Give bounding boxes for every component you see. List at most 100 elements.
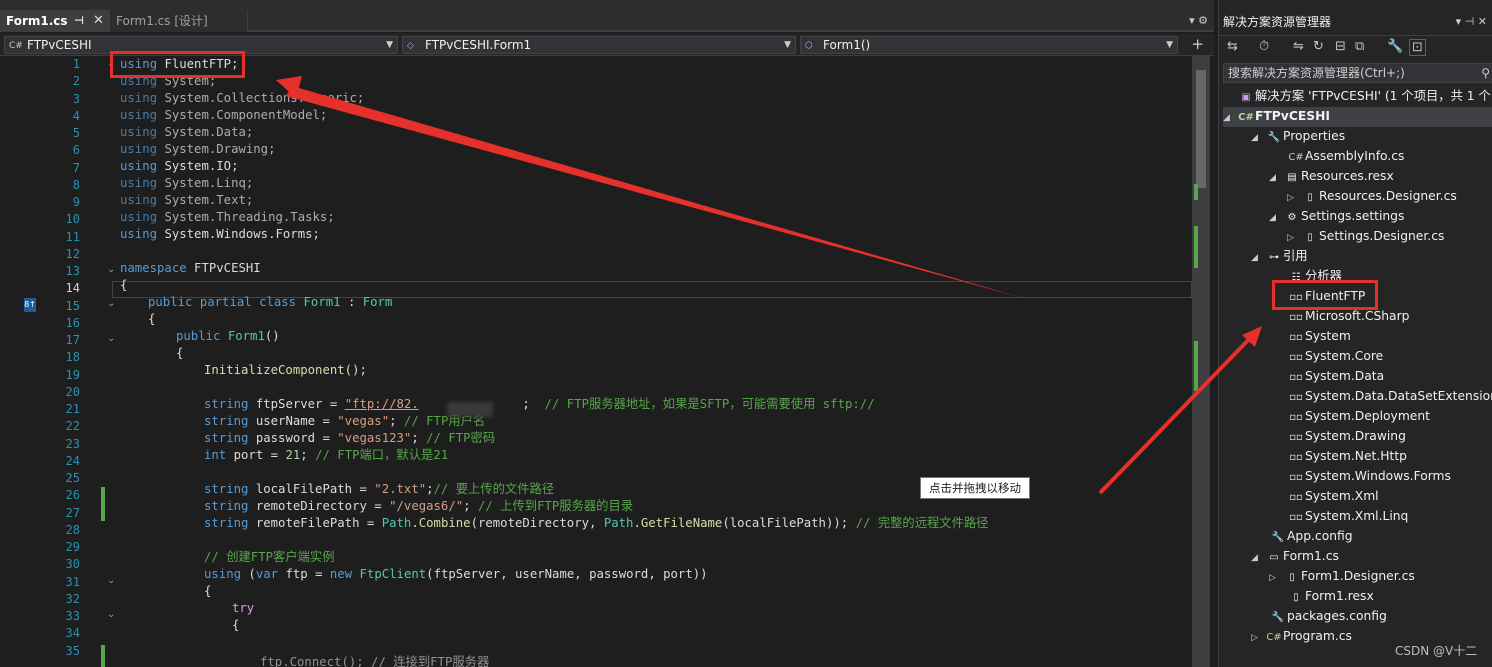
tree-item[interactable]: ▷ C#Program.cs [1251, 626, 1352, 646]
tree-item[interactable]: C#AssemblyInfo.cs [1287, 146, 1404, 166]
reference-icon: ▫▫ [1289, 512, 1303, 523]
codelens-indicator-icon[interactable]: 8↑ [24, 298, 36, 312]
type-name: Form1 [303, 295, 341, 309]
tree-label: System.Deployment [1305, 409, 1430, 423]
sync-icon[interactable]: ⇆ [1227, 39, 1238, 54]
expand-icon[interactable]: ◢ [1251, 548, 1265, 568]
line-number: 15 [65, 298, 80, 313]
close-icon[interactable]: ✕ [93, 10, 104, 32]
expand-icon[interactable]: ◢ [1269, 168, 1283, 188]
line-number: 8 [72, 177, 80, 192]
scrollbar-thumb[interactable] [1196, 70, 1206, 188]
code-editor[interactable]: Form1.cs ⊣ ✕ Form1.cs [设计] ▾ ⚙ C# FTPvCE… [0, 0, 1214, 667]
line-number: 31 [65, 574, 80, 589]
show-all-files-icon[interactable]: ⧉ [1355, 39, 1364, 54]
split-add-icon[interactable]: + [1191, 35, 1204, 53]
code-text: port [663, 567, 693, 581]
tree-item[interactable]: ▷ ▯ Form1.Designer.cs [1269, 566, 1415, 586]
tree-label: System.Drawing [1305, 429, 1406, 443]
tree-item[interactable]: 🔧 App.config [1269, 526, 1353, 546]
line-number: 7 [72, 160, 80, 175]
form-icon: ▭ [1269, 552, 1279, 563]
tree-item[interactable]: ▫▫ System.Windows.Forms [1287, 466, 1451, 486]
tab-form1-cs[interactable]: Form1.cs ⊣ ✕ [0, 10, 110, 32]
reference-icon: ▫▫ [1289, 452, 1303, 463]
tree-label: 解决方案 'FTPvCESHI' (1 个项目，共 1 个) [1255, 89, 1492, 103]
change-marker [101, 645, 105, 667]
panel-controls-icon[interactable]: ▾ ⊣ ✕ [1456, 12, 1487, 32]
solution-search-input[interactable]: 搜索解决方案资源管理器(Ctrl+;) ⚲ [1223, 63, 1492, 83]
expand-icon[interactable]: ▷ [1251, 628, 1265, 648]
line-number: 33 [65, 609, 80, 623]
refresh-icon[interactable]: ↻ [1313, 39, 1324, 54]
vertical-scrollbar[interactable] [1192, 56, 1210, 667]
tab-form1-designer[interactable]: Form1.cs [设计] [110, 10, 248, 32]
chevron-down-icon: ▼ [1166, 40, 1173, 50]
tree-item[interactable]: ◢ ▭ Form1.cs [1251, 546, 1339, 566]
tree-item[interactable]: ▫▫ System.Data [1287, 366, 1384, 386]
code-text: localFilePath [255, 482, 353, 496]
expand-icon[interactable]: ◢ [1269, 208, 1283, 228]
tree-item[interactable]: ▫▫ System.Xml.Linq [1287, 506, 1408, 526]
csharp-file-icon: C# [1288, 152, 1304, 163]
tree-item[interactable]: ▫▫ System.Net.Http [1287, 446, 1407, 466]
code-text: System.Collections.Generic; [164, 91, 365, 105]
keyword: using [120, 125, 158, 139]
member-dropdown[interactable]: ⬡ Form1() ▼ [800, 36, 1178, 54]
tree-item[interactable]: ◢ 🔧 Properties [1251, 126, 1345, 146]
preview-icon[interactable]: ⊡ [1409, 39, 1426, 56]
tree-item[interactable]: ◢ ▤ Resources.resx [1269, 166, 1394, 186]
tree-item[interactable]: ▫▫ System.Data.DataSetExtensions [1287, 386, 1492, 406]
expand-icon[interactable]: ◢ [1251, 128, 1265, 148]
keyword: using [120, 227, 158, 241]
expand-icon[interactable]: ▷ [1287, 188, 1301, 208]
properties-icon[interactable]: 🔧 [1387, 39, 1403, 54]
expand-icon[interactable]: ▷ [1287, 228, 1301, 248]
code-text: ftp.Connect(); // 连接到FTP服务器 [260, 655, 490, 667]
history-icon[interactable]: ⏱ [1259, 39, 1269, 54]
keyword: using [120, 108, 158, 122]
tree-item[interactable]: ▫▫ System.Core [1287, 346, 1383, 366]
tree-item[interactable]: ▫▫ System.Drawing [1287, 426, 1406, 446]
line-number: 6 [72, 143, 80, 158]
tree-item-project[interactable]: ◢ C#FTPvCESHI [1223, 106, 1330, 126]
class-dropdown[interactable]: ◇ FTPvCESHI.Form1 ▼ [402, 36, 796, 54]
keyword: string [204, 499, 249, 513]
tree-item-references[interactable]: ◢ ⊶ 引用 [1251, 246, 1308, 266]
code-text: System.ComponentModel; [164, 108, 328, 122]
line-number: 14 [65, 281, 80, 296]
tree-item[interactable]: ▫▫ System.Deployment [1287, 406, 1430, 426]
tree-item[interactable]: ◢ ⚙ Settings.settings [1269, 206, 1404, 226]
expand-icon[interactable]: ◢ [1223, 108, 1237, 128]
tree-label: Settings.Designer.cs [1319, 229, 1445, 243]
tree-item[interactable]: ▫▫ System.Xml [1287, 486, 1378, 506]
tree-item[interactable]: ▫▫ System [1287, 326, 1351, 346]
reference-icon: ▫▫ [1289, 432, 1303, 443]
collapse-all-icon[interactable]: ⊟ [1335, 39, 1346, 54]
code-text: password [589, 567, 649, 581]
number-literal: 21 [285, 448, 301, 462]
references-icon: ⊶ [1269, 252, 1279, 263]
code-text: { [120, 278, 128, 292]
tree-item[interactable]: ▷ ▯ Settings.Designer.cs [1287, 226, 1444, 246]
tab-overflow-icon[interactable]: ▾ ⚙ [1189, 14, 1208, 27]
keyword: namespace [120, 261, 187, 275]
tree-item[interactable]: 🔧 packages.config [1269, 606, 1387, 626]
reference-icon: ▫▫ [1289, 492, 1303, 503]
code-text: System.IO; [164, 159, 239, 173]
expand-icon[interactable]: ▷ [1269, 568, 1283, 588]
tree-item[interactable]: ▷ ▯ Resources.Designer.cs [1287, 186, 1457, 206]
switch-views-icon[interactable]: ⇋ [1293, 39, 1304, 54]
file-icon: ▯ [1307, 192, 1313, 203]
expand-icon[interactable]: ◢ [1251, 248, 1265, 268]
comment: // FTP端口，默认是21 [315, 448, 449, 462]
tree-item[interactable]: ▯ Form1.resx [1287, 586, 1374, 606]
keyword: using [120, 210, 158, 224]
tree-label: System.Data.DataSetExtensions [1305, 389, 1492, 403]
file-icon: ▯ [1289, 572, 1295, 583]
code-text: ftpServer [255, 397, 323, 411]
pin-icon[interactable]: ⊣ [74, 10, 84, 32]
code-area[interactable]: using FluentFTP; using System; using Sys… [112, 56, 1192, 667]
tree-item-solution[interactable]: ▣ 解决方案 'FTPvCESHI' (1 个项目，共 1 个) [1237, 86, 1492, 106]
keyword: var [255, 567, 279, 581]
